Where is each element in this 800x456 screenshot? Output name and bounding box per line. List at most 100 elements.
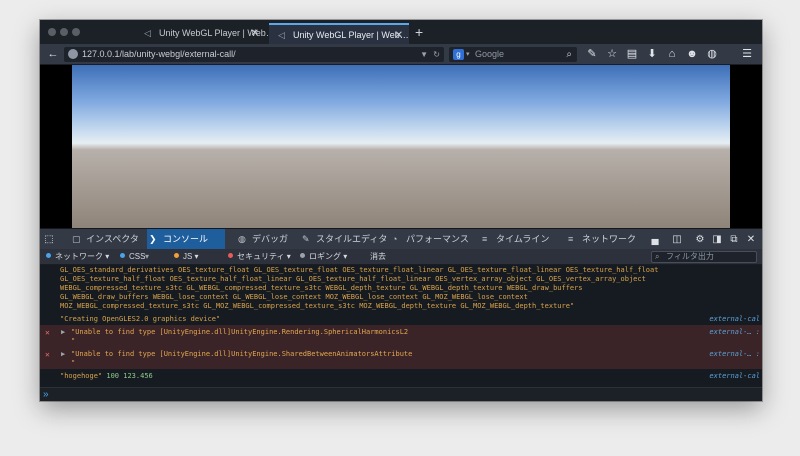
log-output-row: "hogehoge" 100 123.456 external-cal xyxy=(40,372,762,384)
console-filter-bar: ネットワーク ▾ CSS ▾ JS ▾ セキュリティ ▾ ロギング ▾ 消去 ⌕… xyxy=(40,249,762,265)
tab-console[interactable]: ❯ コンソール xyxy=(147,229,225,250)
split-console-icon[interactable]: ▄ xyxy=(648,232,662,247)
globe-icon xyxy=(68,49,78,59)
log-line: GL_WEBGL_draw_buffers WEBGL_lose_context… xyxy=(60,293,528,301)
wrench-icon[interactable]: ✎ xyxy=(585,46,599,62)
undock-icon[interactable]: ⧉ xyxy=(727,232,741,247)
source-link[interactable]: external-cal xyxy=(709,315,760,323)
error-row[interactable]: ✕ ▶ "Unable to find type [UnityEngine.dl… xyxy=(40,325,762,347)
security-dot-icon xyxy=(228,253,233,258)
close-tab-icon[interactable]: ✕ xyxy=(395,25,403,46)
filter-js[interactable]: JS ▾ xyxy=(174,249,199,265)
chevron-down-icon[interactable]: ▾ xyxy=(466,47,470,62)
close-devtools-icon[interactable]: ✕ xyxy=(744,232,758,247)
filter-logging[interactable]: ロギング ▾ xyxy=(300,249,347,265)
browser-tab[interactable]: ◁ Unity WebGL Player | Web… ✕ xyxy=(135,23,275,44)
star-icon[interactable]: ☆ xyxy=(605,46,619,62)
zoom-window-button[interactable] xyxy=(72,28,80,36)
debugger-icon: ◍ xyxy=(238,234,246,244)
tab-label: パフォーマンス xyxy=(406,234,469,244)
search-bar[interactable]: g ▾ Google ⌕ xyxy=(449,47,577,62)
minimize-window-button[interactable] xyxy=(60,28,68,36)
log-line: GL_OES_texture_half_float OES_texture_ha… xyxy=(60,275,646,283)
back-arrow-icon[interactable]: ← xyxy=(46,46,60,62)
filter-output-input[interactable]: ⌕ フィルタ出力 xyxy=(651,251,757,263)
tab-style-editor[interactable]: ✎ スタイルエディタ xyxy=(300,229,388,250)
dropdown-icon[interactable]: ▼ xyxy=(420,47,428,62)
output-number: 123.456 xyxy=(123,372,153,380)
search-icon: ⌕ xyxy=(655,252,660,261)
tab-performance[interactable]: ◔ パフォーマンス xyxy=(390,229,475,250)
download-icon[interactable]: ⬇ xyxy=(645,46,659,62)
error-message: "Unable to find type [UnityEngine.dll]Un… xyxy=(71,328,409,336)
google-icon[interactable]: g xyxy=(453,49,464,60)
error-icon: ✕ xyxy=(45,328,50,337)
output-number: 100 xyxy=(106,372,120,380)
style-editor-icon: ✎ xyxy=(302,234,310,244)
unity-icon: ◁ xyxy=(144,28,151,38)
tab-label: インスペクタ xyxy=(86,234,139,244)
close-tab-icon[interactable]: ✕ xyxy=(251,23,259,44)
unity-icon: ◁ xyxy=(278,30,285,40)
addon-icon[interactable]: ◍ xyxy=(705,46,719,62)
page-content xyxy=(40,65,762,228)
source-link[interactable]: external-… : xyxy=(709,350,760,358)
console-input[interactable]: » xyxy=(40,387,762,401)
new-tab-button[interactable]: + xyxy=(415,23,423,41)
error-quote: " xyxy=(71,359,76,367)
source-link[interactable]: external-cal xyxy=(709,372,760,380)
devtools-toolbar: ⬚ ▢ インスペクタ ❯ コンソール ◍ デバッガ ✎ スタイルエディタ ◔ パ… xyxy=(40,228,762,250)
tab-timeline[interactable]: ≡ タイムライン xyxy=(480,229,555,250)
error-quote: " xyxy=(71,337,76,345)
reload-icon[interactable]: ↻ xyxy=(433,47,440,62)
error-row[interactable]: ✕ ▶ "Unable to find type [UnityEngine.dl… xyxy=(40,347,762,369)
navigation-bar: ← 127.0.0.1/lab/unity-webgl/external-cal… xyxy=(40,44,762,65)
console-icon: ❯ xyxy=(149,234,157,244)
js-dot-icon xyxy=(174,253,179,258)
log-output: "hogehoge" 100 123.456 xyxy=(60,372,153,380)
network-dot-icon xyxy=(46,253,51,258)
browser-tab-active[interactable]: ◁ Unity WebGL Player | Web… ✕ xyxy=(269,23,409,44)
tab-strip: ◁ Unity WebGL Player | Web… ✕ ◁ Unity We… xyxy=(40,20,762,44)
error-icon: ✕ xyxy=(45,350,50,359)
tab-network[interactable]: ≡ ネットワーク xyxy=(566,229,641,250)
filter-security[interactable]: セキュリティ ▾ xyxy=(228,249,291,265)
timeline-icon: ≡ xyxy=(482,234,488,244)
tab-debugger[interactable]: ◍ デバッガ xyxy=(236,229,296,250)
source-link[interactable]: external-… : xyxy=(709,328,760,336)
expand-arrow-icon[interactable]: ▶ xyxy=(61,328,65,336)
error-message: "Unable to find type [UnityEngine.dll]Un… xyxy=(71,350,413,358)
filter-network[interactable]: ネットワーク ▾ xyxy=(46,249,109,265)
tab-label: スタイルエディタ xyxy=(316,234,388,244)
console-output: GL_OES_standard_derivatives OES_texture_… xyxy=(40,265,762,387)
close-window-button[interactable] xyxy=(48,28,56,36)
browser-window: ◁ Unity WebGL Player | Web… ✕ ◁ Unity We… xyxy=(40,20,762,401)
search-icon[interactable]: ⌕ xyxy=(566,47,572,62)
home-icon[interactable]: ⌂ xyxy=(665,46,679,62)
inspector-icon: ▢ xyxy=(72,234,81,244)
chat-icon[interactable]: ☻ xyxy=(685,46,699,62)
tab-label: ネットワーク xyxy=(582,234,637,244)
output-string: "hogehoge" xyxy=(60,372,103,380)
tab-inspector[interactable]: ▢ インスペクタ xyxy=(70,229,145,250)
clipboard-icon[interactable]: ▤ xyxy=(625,46,639,62)
url-text: 127.0.0.1/lab/unity-webgl/external-call/ xyxy=(82,49,236,59)
url-bar[interactable]: 127.0.0.1/lab/unity-webgl/external-call/… xyxy=(64,47,444,62)
filter-placeholder: フィルタ出力 xyxy=(666,252,714,261)
responsive-icon[interactable]: ◫ xyxy=(670,232,684,247)
unity-canvas[interactable] xyxy=(72,65,730,228)
picker-icon[interactable]: ⬚ xyxy=(42,232,56,247)
log-line: WEBGL_compressed_texture_s3tc GL_WEBGL_c… xyxy=(60,284,583,292)
dock-side-icon[interactable]: ◨ xyxy=(710,232,724,247)
expand-arrow-icon[interactable]: ▶ xyxy=(61,350,65,358)
log-line: MOZ_WEBGL_compressed_texture_s3tc GL_MOZ… xyxy=(60,302,575,310)
filter-css[interactable]: CSS xyxy=(120,249,145,265)
css-dropdown-icon[interactable]: ▾ xyxy=(145,249,149,265)
gear-icon[interactable]: ⚙ xyxy=(693,232,707,247)
search-placeholder: Google xyxy=(475,49,505,59)
logging-dot-icon xyxy=(300,253,305,258)
menu-icon[interactable]: ☰ xyxy=(740,46,754,62)
network-icon: ≡ xyxy=(568,234,574,244)
performance-icon: ◔ xyxy=(392,234,398,244)
clear-console-button[interactable]: 消去 xyxy=(370,249,386,265)
